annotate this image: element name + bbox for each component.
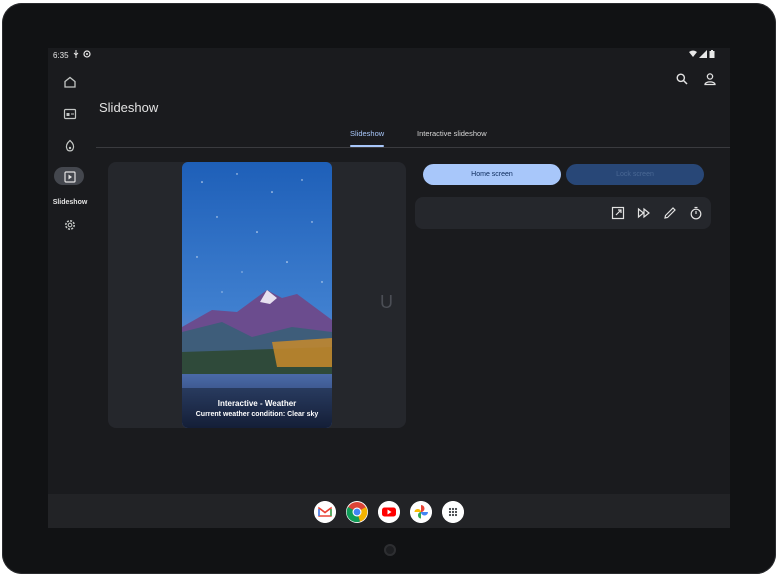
tab-slideshow[interactable]: Slideshow — [350, 129, 384, 138]
edit-pencil-icon[interactable] — [663, 206, 677, 220]
account-icon[interactable] — [703, 72, 717, 86]
palette-icon — [65, 139, 75, 152]
wallpaper-preview[interactable]: Interactive - Weather Current weather co… — [182, 162, 332, 428]
page-title: Slideshow — [99, 100, 159, 115]
gmail-icon — [314, 501, 336, 523]
actions-card — [415, 197, 711, 229]
screen: 6:35 Slideshow Slideshow Slideshow Inter… — [48, 48, 730, 528]
app-drawer-icon — [442, 501, 464, 523]
usb-icon — [73, 50, 79, 58]
lock-screen-button[interactable]: Lock screen — [566, 164, 704, 185]
preview-ghost-text: U — [380, 292, 393, 312]
rail-item-wallpaper[interactable] — [54, 103, 86, 125]
fast-forward-icon[interactable] — [637, 206, 651, 220]
search-icon[interactable] — [675, 72, 689, 86]
rail-item-style[interactable] — [54, 135, 86, 157]
mountain-lake-image — [182, 162, 332, 428]
photos-icon — [410, 501, 432, 523]
chrome-app[interactable] — [346, 501, 368, 523]
youtube-icon — [378, 501, 400, 523]
rail-item-home[interactable] — [54, 71, 86, 93]
open-external-icon[interactable] — [611, 206, 625, 220]
signal-icon — [699, 50, 707, 58]
wifi-icon — [689, 50, 697, 57]
app-drawer-button[interactable] — [442, 501, 464, 523]
gmail-app[interactable] — [314, 501, 336, 523]
wallpaper-title: Interactive - Weather — [217, 399, 297, 408]
home-icon — [64, 76, 76, 88]
tab-interactive-slideshow[interactable]: Interactive slideshow — [417, 129, 487, 138]
status-time: 6:35 — [53, 51, 69, 60]
camera-dot — [384, 544, 396, 556]
battery-icon — [709, 50, 715, 58]
youtube-app[interactable] — [378, 501, 400, 523]
settings-status-icon — [83, 50, 91, 58]
wallpaper-icon — [63, 108, 77, 120]
rail-label-slideshow: Slideshow — [52, 199, 88, 206]
chrome-icon — [346, 502, 368, 523]
photos-app[interactable] — [410, 501, 432, 523]
tab-divider — [96, 147, 730, 148]
navigation-rail: Slideshow — [48, 64, 92, 494]
rail-item-slideshow[interactable] — [54, 166, 86, 188]
gear-icon — [65, 220, 75, 230]
tab-active-indicator — [350, 145, 384, 147]
rail-item-settings[interactable] — [54, 214, 86, 236]
slideshow-icon — [64, 171, 76, 183]
home-screen-button[interactable]: Home screen — [423, 164, 561, 185]
status-bar: 6:35 — [48, 48, 730, 64]
wallpaper-subtitle: Current weather condition: Clear sky — [195, 411, 319, 418]
timer-icon[interactable] — [689, 206, 703, 220]
